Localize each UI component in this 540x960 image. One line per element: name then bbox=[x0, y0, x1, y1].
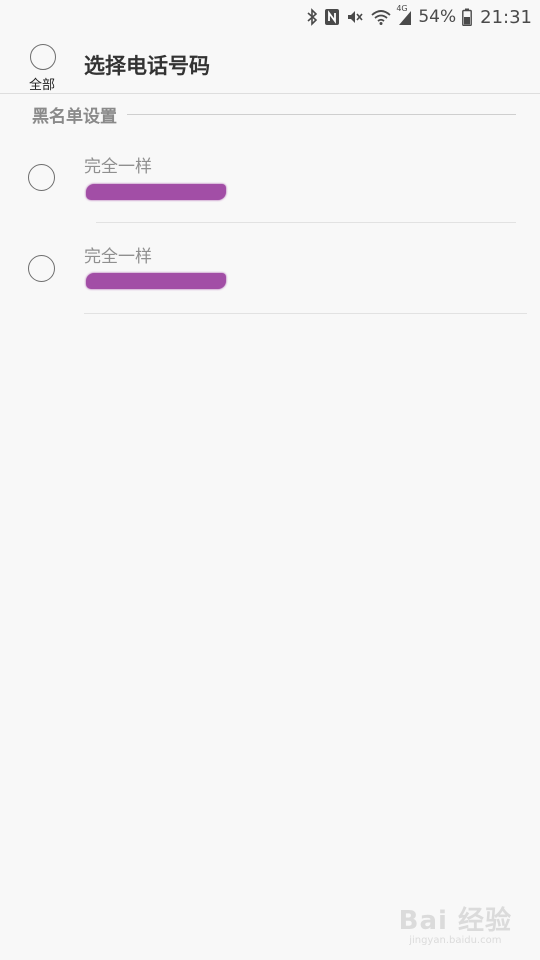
bluetooth-icon bbox=[306, 8, 318, 26]
section-label: 黑名单设置 bbox=[32, 106, 117, 127]
list-item[interactable]: 完全一样 bbox=[0, 224, 540, 314]
redacted-phone-number bbox=[86, 184, 226, 200]
header-divider bbox=[0, 93, 540, 94]
redacted-phone-number bbox=[86, 273, 226, 289]
watermark: Bai 经验 jingyan.baidu.com bbox=[399, 900, 512, 946]
select-all-label: 全部 bbox=[28, 78, 55, 93]
section-divider bbox=[127, 113, 516, 115]
wifi-icon bbox=[370, 8, 392, 26]
header: 全部 选择电话号码 bbox=[0, 34, 540, 94]
mute-icon bbox=[346, 8, 364, 26]
match-type-label: 完全一样 bbox=[84, 247, 152, 267]
page-title: 选择电话号码 bbox=[84, 54, 210, 78]
clock: 21:31 bbox=[480, 6, 532, 28]
list-item[interactable]: 完全一样 bbox=[0, 134, 540, 224]
watermark-logo: Bai 经验 bbox=[398, 906, 512, 936]
row-divider bbox=[84, 313, 527, 314]
status-icons: 4G 54% 21:31 bbox=[306, 4, 532, 28]
item-radio[interactable] bbox=[28, 164, 55, 191]
battery-icon bbox=[462, 8, 473, 26]
watermark-url: jingyan.baidu.com bbox=[409, 935, 502, 946]
row-divider bbox=[96, 222, 516, 223]
select-all-checkbox[interactable]: 全部 bbox=[28, 44, 58, 93]
select-all-radio[interactable] bbox=[30, 44, 56, 70]
item-radio[interactable] bbox=[28, 255, 55, 282]
status-bar: 4G 54% 21:31 bbox=[0, 0, 540, 34]
match-type-label: 完全一样 bbox=[84, 157, 152, 177]
nfc-icon bbox=[324, 8, 340, 26]
network-type: 4G bbox=[396, 4, 408, 13]
section-header: 黑名单设置 bbox=[32, 102, 516, 127]
signal-icon: 4G bbox=[396, 4, 412, 26]
battery-percentage: 54% bbox=[418, 7, 457, 27]
